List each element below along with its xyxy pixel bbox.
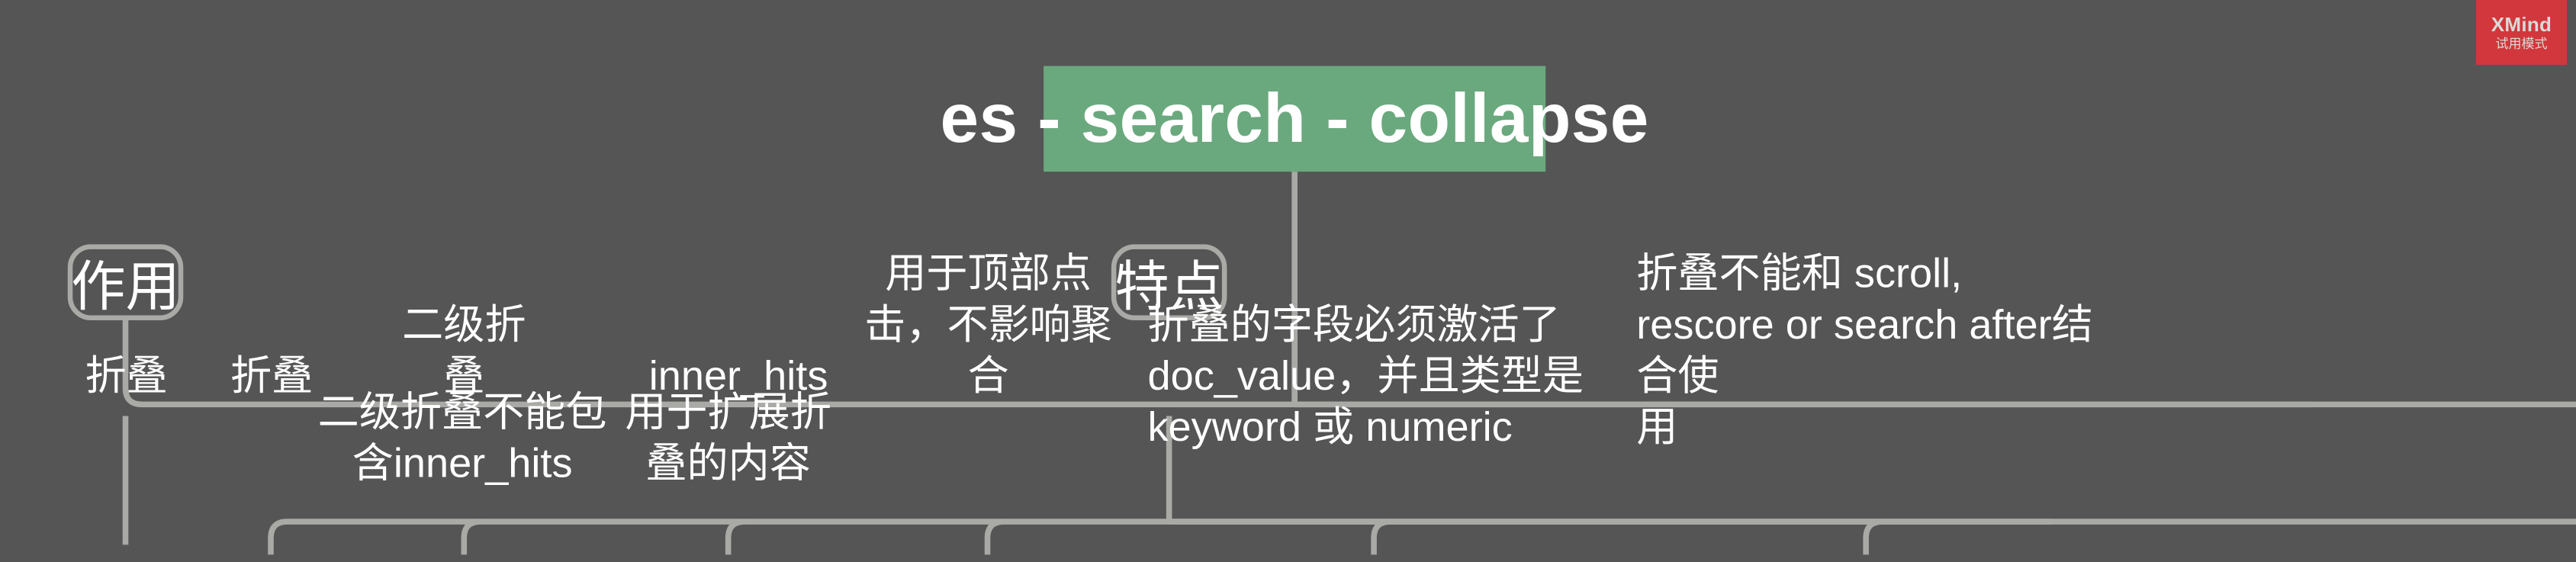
leaf-label-inner-hits-kuozhan: 用于扩展折叠的内容 xyxy=(625,389,831,487)
leaf-label-erji-zhedie-inner-hits: 二级折叠不能包含inner_hits xyxy=(317,389,607,487)
root-node-label: es - search - collapse xyxy=(940,79,1649,157)
leaf-label-tedian-zhedie: 折叠 xyxy=(230,353,314,400)
leaf-label-tedian-scroll: 折叠不能和 scroll, rescore or search after结合使… xyxy=(1636,251,2093,451)
leaf-node-erji-zhedie-inner-hits[interactable]: 二级折叠不能包含inner_hits xyxy=(314,390,611,497)
leaf-label-tedian-doc-value: 折叠的字段必须激活了doc_value，并且类型是 keyword 或 nume… xyxy=(1147,302,1584,451)
leaf-node-zuoyong-zhedie[interactable]: 折叠 xyxy=(81,352,172,409)
mindmap-canvas: XMind 试用模式 es - search - collapse 作用 特点 … xyxy=(0,0,2576,562)
branch-label-zuoyong: 作用 xyxy=(71,255,180,317)
leaf-node-tedian-dingbu-dianji[interactable]: 用于顶部点击，不影响聚合 xyxy=(849,251,1128,409)
branch-node-zuoyong[interactable]: 作用 xyxy=(67,244,184,320)
leaf-node-tedian-scroll[interactable]: 折叠不能和 scroll, rescore or search after结合使… xyxy=(1633,251,2098,461)
leaf-label-tedian-dingbu-dianji: 用于顶部点击，不影响聚合 xyxy=(864,251,1112,400)
root-node[interactable]: es - search - collapse xyxy=(941,66,1648,172)
leaf-node-tedian-zhedie[interactable]: 折叠 xyxy=(227,352,317,409)
leaf-node-inner-hits-kuozhan[interactable]: 用于扩展折叠的内容 xyxy=(619,390,838,497)
leaf-label-zuoyong-zhedie: 折叠 xyxy=(85,353,168,400)
leaf-node-tedian-doc-value[interactable]: 折叠的字段必须激活了doc_value，并且类型是 keyword 或 nume… xyxy=(1144,302,1603,461)
